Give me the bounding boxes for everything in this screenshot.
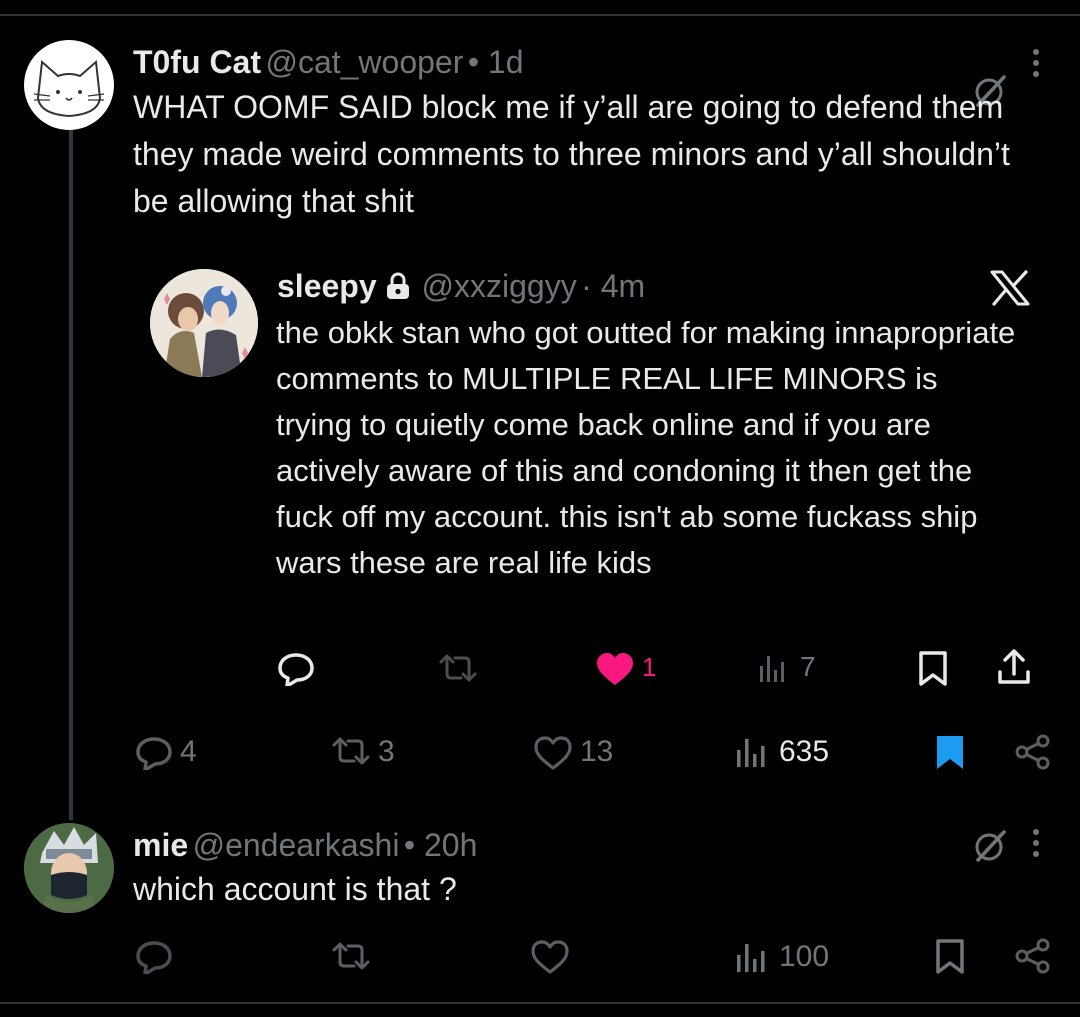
reply-author-name[interactable]: mie bbox=[133, 827, 188, 863]
author-handle[interactable]: @cat_wooper bbox=[265, 44, 463, 80]
lock-icon bbox=[385, 272, 411, 300]
views-count: 635 bbox=[779, 735, 830, 768]
like-count: 13 bbox=[580, 735, 614, 768]
quote-bookmark-icon[interactable] bbox=[917, 650, 949, 686]
quote-text: the obkk stan who got outted for making … bbox=[276, 315, 1016, 580]
reply-like-icon[interactable] bbox=[530, 940, 570, 974]
post-time[interactable]: • 1d bbox=[468, 44, 524, 80]
repost-icon[interactable] bbox=[330, 733, 372, 769]
views-icon[interactable] bbox=[736, 735, 766, 769]
reply-share-icon[interactable] bbox=[1014, 937, 1052, 975]
post-text: WHAT OOMF SAID block me if y’all are goi… bbox=[133, 89, 1010, 219]
avatar[interactable] bbox=[24, 40, 114, 130]
cat-avatar-image bbox=[33, 59, 105, 118]
repost-count: 3 bbox=[378, 735, 395, 768]
x-logo-icon[interactable] bbox=[990, 270, 1030, 306]
author-name[interactable]: T0fu Cat bbox=[133, 44, 261, 80]
reply-header: mie @endearkashi • 20h bbox=[133, 823, 477, 867]
quote-views-count: 7 bbox=[800, 651, 816, 682]
quote-like-icon[interactable] bbox=[595, 652, 635, 686]
reply-more-options-icon[interactable] bbox=[1030, 826, 1042, 862]
more-options-icon[interactable] bbox=[1030, 46, 1042, 82]
reply-author-handle[interactable]: @endearkashi bbox=[193, 827, 400, 863]
quote-like-count: 1 bbox=[642, 652, 657, 682]
reply-grok-icon[interactable] bbox=[972, 828, 1008, 864]
bookmark-icon[interactable] bbox=[934, 734, 966, 770]
like-icon[interactable] bbox=[533, 736, 573, 770]
quote-reply-icon[interactable] bbox=[276, 650, 316, 686]
reply-avatar[interactable] bbox=[24, 823, 114, 913]
quote-avatar[interactable] bbox=[150, 269, 258, 377]
reply-reply-icon[interactable] bbox=[134, 938, 174, 974]
reply-text: which account is that ? bbox=[133, 871, 457, 907]
quote-share-icon[interactable] bbox=[996, 648, 1032, 686]
quote-author-name[interactable]: sleepy bbox=[277, 268, 377, 304]
reply-repost-icon[interactable] bbox=[330, 938, 372, 974]
reply-count: 4 bbox=[180, 735, 197, 768]
bottom-divider bbox=[0, 1002, 1080, 1004]
reply-bookmark-icon[interactable] bbox=[934, 938, 966, 974]
reply-views-icon[interactable] bbox=[736, 940, 766, 974]
post-header: T0fu Cat @cat_wooper • 1d bbox=[133, 40, 524, 84]
anime-characters-avatar-image bbox=[150, 269, 258, 377]
quote-views-icon[interactable] bbox=[759, 652, 787, 684]
quote-time[interactable]: · 4m bbox=[581, 268, 645, 304]
reply-time[interactable]: • 20h bbox=[404, 827, 477, 863]
share-icon[interactable] bbox=[1014, 733, 1052, 771]
thread-line bbox=[69, 128, 73, 820]
quote-author-handle[interactable]: @xxziggyy bbox=[422, 268, 577, 304]
reply-views-count: 100 bbox=[779, 940, 830, 973]
quote-repost-icon[interactable] bbox=[437, 650, 479, 686]
top-divider bbox=[0, 14, 1080, 16]
kakashi-avatar-image bbox=[24, 823, 114, 913]
quote-header: sleepy @xxziggyy · 4m bbox=[277, 264, 645, 308]
reply-icon[interactable] bbox=[134, 734, 174, 770]
